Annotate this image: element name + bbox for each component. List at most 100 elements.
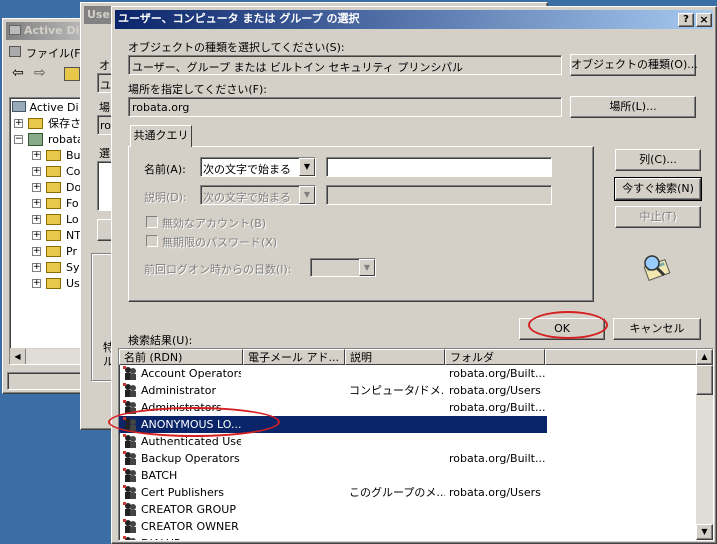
expand-icon[interactable]: + <box>14 119 23 128</box>
expand-icon[interactable]: + <box>32 183 41 192</box>
object-types-button[interactable]: オブジェクトの種類(O)... <box>570 54 698 76</box>
group-icon <box>123 451 138 466</box>
results-rows: Account Operators robata.org/Built... Admi… <box>119 365 697 540</box>
help-button[interactable]: ? <box>678 13 694 27</box>
result-cell-folder: robata.org/Built... <box>449 401 545 414</box>
ok-button[interactable]: OK <box>519 318 605 340</box>
group-icon <box>123 468 138 483</box>
group-icon <box>123 502 138 517</box>
result-row[interactable]: CREATOR GROUP <box>119 501 547 518</box>
result-row[interactable]: Account Operators robata.org/Built... <box>119 365 547 382</box>
object-type-value: ユーザー、グループ または ビルトイン セキュリティ プリンシパル <box>132 61 464 74</box>
location-field: robata.org <box>128 97 562 117</box>
result-cell-name: BATCH <box>141 469 178 482</box>
mid-fragment: ユ <box>100 79 111 92</box>
expand-icon[interactable]: + <box>32 247 41 256</box>
scroll-left-icon[interactable]: ◀ <box>10 349 26 364</box>
result-cell-folder: robata.org/Built... <box>449 452 545 465</box>
result-row[interactable]: DIALUP <box>119 535 547 540</box>
days-since-logon-label: 前回ログオン時からの日数(I): <box>144 263 292 276</box>
group-icon <box>123 519 138 534</box>
group-icon <box>123 400 138 415</box>
ad-menu-file[interactable]: ファイル(F) <box>26 45 85 61</box>
result-row[interactable]: BATCH <box>119 467 547 484</box>
tree-label: NT <box>66 229 81 242</box>
group-icon <box>123 434 138 449</box>
result-row[interactable]: ANONYMOUS LO... <box>119 416 547 433</box>
result-cell-name: Administrators <box>141 401 222 414</box>
result-cell-folder: robata.org/Users <box>449 486 541 499</box>
result-cell-name: Account Operators <box>141 367 241 380</box>
forward-arrow-icon[interactable]: ⇨ <box>34 65 46 81</box>
group-icon <box>123 536 138 540</box>
location-value: robata.org <box>132 101 190 114</box>
result-cell-name: Administrator <box>141 384 216 397</box>
ad-window-icon <box>9 25 21 35</box>
result-row[interactable]: CREATOR OWNER <box>119 518 547 535</box>
tree-label: robata <box>48 133 84 146</box>
result-row[interactable]: Administrator コンピュータ/ドメ... robata.org/User… <box>119 382 547 399</box>
tab-common-queries[interactable]: 共通クエリ <box>130 125 192 147</box>
results-vscrollbar[interactable]: ▲ ▼ <box>696 349 713 540</box>
folder-icon <box>46 214 61 225</box>
results-list[interactable]: 名前 (RDN) 電子メール アド... 説明 フォルダ Account Ope… <box>118 348 714 541</box>
result-cell-name: CREATOR OWNER <box>141 520 239 533</box>
scroll-down-icon[interactable]: ▼ <box>696 524 713 540</box>
expand-icon[interactable]: + <box>32 151 41 160</box>
result-row[interactable]: Backup Operators robata.org/Built... <box>119 450 547 467</box>
tree-label: Do <box>66 181 82 194</box>
scroll-up-icon[interactable]: ▲ <box>696 349 713 365</box>
dialog-title: ユーザー、コンピュータ または グループ の選択 <box>118 12 360 25</box>
folder-icon <box>46 182 61 193</box>
column-header-email[interactable]: 電子メール アド... <box>243 349 345 365</box>
collapse-icon[interactable]: − <box>14 135 23 144</box>
up-folder-icon[interactable] <box>64 67 80 81</box>
column-header-folder[interactable]: フォルダ <box>445 349 545 365</box>
columns-button[interactable]: 列(C)... <box>615 149 701 171</box>
ad-menu-icon <box>9 46 21 57</box>
cancel-button[interactable]: キャンセル <box>613 318 701 340</box>
object-type-field: ユーザー、グループ または ビルトイン セキュリティ プリンシパル <box>128 55 562 75</box>
expand-icon[interactable]: + <box>32 215 41 224</box>
tree-label: Us <box>66 277 80 290</box>
domain-icon <box>28 133 43 146</box>
scroll-thumb[interactable] <box>696 365 713 395</box>
result-row[interactable]: Administrators robata.org/Built... <box>119 399 547 416</box>
tree-label: Lo <box>66 213 79 226</box>
name-mode-combo[interactable]: 次の文字で始まる ▼ <box>200 157 316 177</box>
folder-icon <box>46 166 61 177</box>
expand-icon[interactable]: + <box>32 167 41 176</box>
stop-button: 中止(T) <box>615 206 701 228</box>
result-row[interactable]: Authenticated Use... <box>119 433 547 450</box>
name-input[interactable] <box>326 157 552 177</box>
result-cell-desc: コンピュータ/ドメ... <box>349 384 445 397</box>
tree-label: Pr <box>66 245 77 258</box>
result-cell-name: ANONYMOUS LO... <box>141 418 241 431</box>
description-label: 説明(D): <box>144 191 187 204</box>
locations-button[interactable]: 場所(L)... <box>570 96 696 118</box>
mid-fragment: オ <box>99 59 110 72</box>
expand-icon[interactable]: + <box>32 263 41 272</box>
back-arrow-icon[interactable]: ⇦ <box>12 65 24 81</box>
column-header-name[interactable]: 名前 (RDN) <box>119 349 243 365</box>
expand-icon[interactable]: + <box>32 231 41 240</box>
dialog-titlebar[interactable]: ユーザー、コンピュータ または グループ の選択 <box>115 10 713 29</box>
expand-icon[interactable]: + <box>32 199 41 208</box>
folder-icon <box>46 150 61 161</box>
dropdown-arrow-icon: ▼ <box>299 186 315 204</box>
ad-root-icon <box>12 101 26 112</box>
result-row[interactable]: Cert Publishers このグループのメ... robata.org/Use… <box>119 484 547 501</box>
result-cell-name: CREATOR GROUP <box>141 503 236 516</box>
folder-icon <box>46 278 61 289</box>
column-header-description[interactable]: 説明 <box>345 349 445 365</box>
tree-root[interactable]: Active Di <box>12 100 79 116</box>
search-now-button[interactable]: 今すぐ検索(N) <box>614 177 702 201</box>
description-mode-value: 次の文字で始まる <box>203 191 291 204</box>
tree-label: Active Di <box>29 101 79 114</box>
expand-icon[interactable]: + <box>32 279 41 288</box>
close-button[interactable]: × <box>696 13 712 27</box>
folder-icon <box>46 198 61 209</box>
dropdown-arrow-icon[interactable]: ▼ <box>299 158 315 176</box>
object-type-label: オブジェクトの種類を選択してください(S): <box>128 41 345 54</box>
description-input <box>326 185 552 205</box>
